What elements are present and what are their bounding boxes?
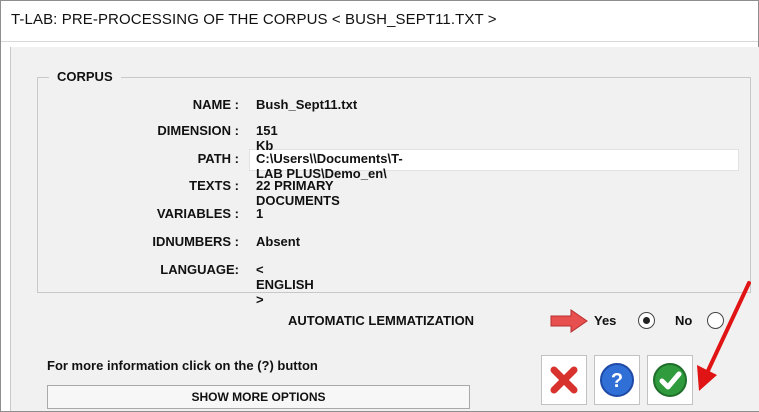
texts-value: 22 PRIMARY DOCUMENTS	[256, 178, 340, 208]
window-title: T-LAB: PRE-PROCESSING OF THE CORPUS < BU…	[11, 11, 497, 28]
help-button[interactable]: ?	[594, 355, 640, 405]
ok-button[interactable]	[647, 355, 693, 405]
show-more-options-button[interactable]: SHOW MORE OPTIONS	[47, 385, 470, 409]
yes-label: Yes	[594, 313, 617, 328]
cancel-button[interactable]	[541, 355, 587, 405]
name-value: Bush_Sept11.txt	[256, 97, 358, 112]
name-label: NAME :	[192, 97, 239, 112]
window: T-LAB: PRE-PROCESSING OF THE CORPUS < BU…	[0, 0, 759, 412]
idnumbers-value: Absent	[256, 234, 301, 249]
language-value: < ENGLISH >	[256, 262, 314, 307]
annotation-arrow-icon	[697, 281, 751, 391]
info-text: For more information click on the (?) bu…	[47, 358, 318, 373]
titlebar: T-LAB: PRE-PROCESSING OF THE CORPUS < BU…	[1, 1, 758, 42]
variables-value: 1	[256, 206, 264, 221]
show-more-options-label: SHOW MORE OPTIONS	[191, 390, 326, 404]
variables-label: VARIABLES :	[156, 206, 239, 221]
path-label: PATH :	[197, 151, 239, 166]
lemmatization-label: AUTOMATIC LEMMATIZATION	[288, 313, 475, 328]
no-label: No	[675, 313, 693, 328]
corpus-group-title: CORPUS	[49, 69, 121, 84]
dimension-value: 151 Kb	[256, 123, 278, 153]
language-label: LANGUAGE:	[160, 262, 239, 277]
svg-text:?: ?	[611, 370, 623, 392]
path-value: C:\Users\\Documents\T-LAB PLUS\Demo_en\	[256, 151, 403, 181]
idnumbers-label: IDNUMBERS :	[152, 234, 239, 249]
close-icon	[550, 366, 578, 394]
yes-radio[interactable]	[638, 312, 655, 329]
arrow-right-icon	[550, 309, 588, 333]
texts-label: TEXTS :	[189, 178, 239, 193]
help-icon: ?	[600, 363, 634, 397]
checkmark-icon	[653, 363, 687, 397]
dimension-label: DIMENSION :	[157, 123, 239, 138]
